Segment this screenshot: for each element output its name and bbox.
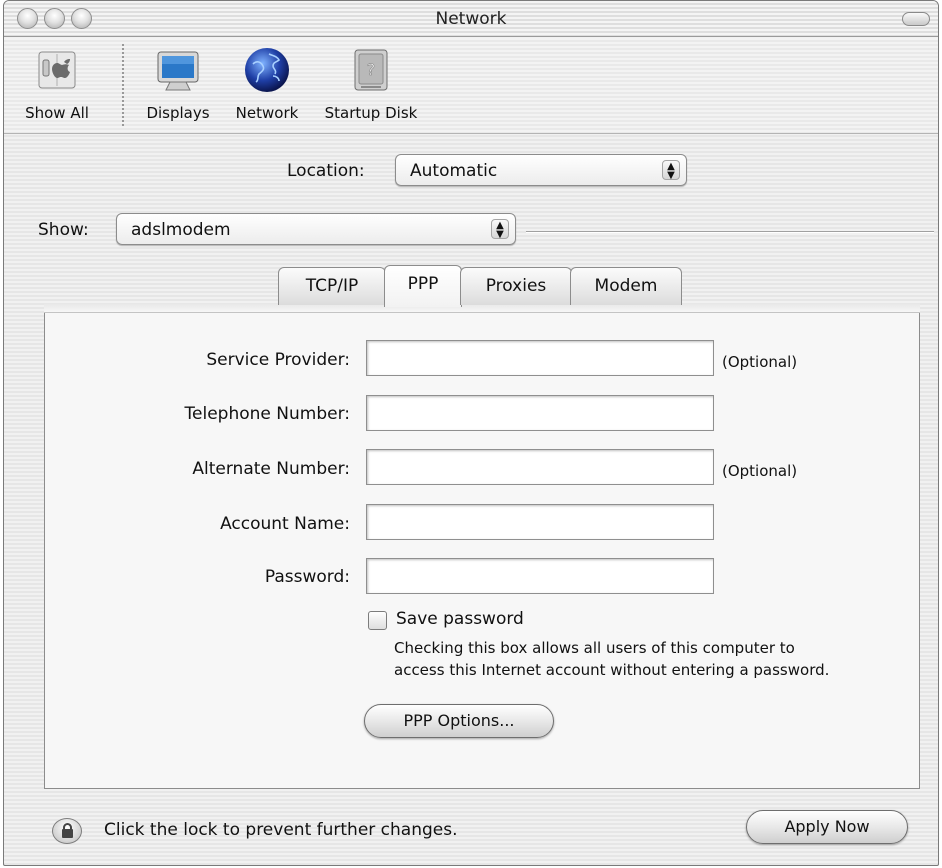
svg-text:?: ? (367, 60, 376, 79)
lock-button[interactable] (52, 818, 82, 844)
lock-status-text: Click the lock to prevent further change… (104, 820, 458, 840)
popup-arrows-icon: ▲ ▼ (662, 160, 680, 181)
toolbar-label-startup-disk: Startup Disk (324, 104, 418, 122)
lock-icon-body (62, 829, 73, 838)
tab-ppp[interactable]: PPP (384, 265, 462, 307)
toolbar-item-startup-disk[interactable]: ? Startup Disk (316, 46, 426, 122)
apple-switch-icon (38, 51, 76, 89)
toolbar-label-displays: Displays (146, 104, 210, 122)
apply-now-button[interactable]: Apply Now (746, 810, 908, 844)
alternate-number-field[interactable] (366, 449, 714, 485)
location-popup[interactable]: Automatic ▲ ▼ (395, 154, 687, 186)
window-title: Network (435, 9, 507, 29)
tab-modem[interactable]: Modem (570, 267, 682, 305)
hard-disk-icon: ? (354, 49, 388, 91)
toolbar-label-show-all: Show All (25, 104, 89, 122)
alternate-number-label: Alternate Number: (192, 459, 350, 479)
service-provider-label: Service Provider: (206, 350, 350, 370)
separator-line (526, 231, 934, 233)
save-password-label[interactable]: Save password (396, 609, 524, 629)
toolbar: Show All Displays Network ? Startup Disk (4, 38, 938, 134)
location-value: Automatic (410, 161, 498, 181)
toolbar-item-show-all[interactable]: Show All (18, 46, 96, 122)
show-popup[interactable]: adslmodem ▲ ▼ (116, 213, 516, 245)
toolbar-toggle-button[interactable] (902, 12, 930, 26)
title-bar[interactable]: Network (4, 1, 938, 37)
save-password-help-line-2: access this Internet account without ent… (394, 661, 830, 679)
location-label: Location: (287, 161, 365, 181)
save-password-help-line-1: Checking this box allows all users of th… (394, 639, 795, 657)
account-name-label: Account Name: (220, 514, 350, 534)
save-password-checkbox[interactable] (368, 611, 387, 630)
toolbar-label-network: Network (235, 104, 299, 122)
service-provider-field[interactable] (366, 340, 714, 376)
globe-icon (245, 48, 289, 92)
show-value: adslmodem (131, 220, 231, 240)
telephone-number-field[interactable] (366, 395, 714, 431)
ppp-options-button[interactable]: PPP Options... (364, 704, 554, 738)
show-label: Show: (38, 220, 89, 240)
account-name-field[interactable] (366, 504, 714, 540)
monitor-icon (157, 51, 199, 91)
toolbar-separator (122, 44, 124, 128)
password-field[interactable] (366, 558, 714, 594)
toolbar-item-network[interactable]: Network (226, 46, 308, 122)
tab-proxies[interactable]: Proxies (460, 267, 572, 305)
telephone-number-label: Telephone Number: (184, 404, 350, 424)
alternate-number-optional-note: (Optional) (722, 462, 798, 480)
network-preferences-window: Network Show All Displays Network ? Star… (3, 0, 939, 866)
toolbar-item-displays[interactable]: Displays (138, 46, 218, 122)
password-label: Password: (264, 567, 350, 587)
tab-tcp-ip[interactable]: TCP/IP (278, 267, 386, 305)
service-provider-optional-note: (Optional) (722, 353, 798, 371)
popup-arrows-icon: ▲ ▼ (491, 219, 509, 240)
